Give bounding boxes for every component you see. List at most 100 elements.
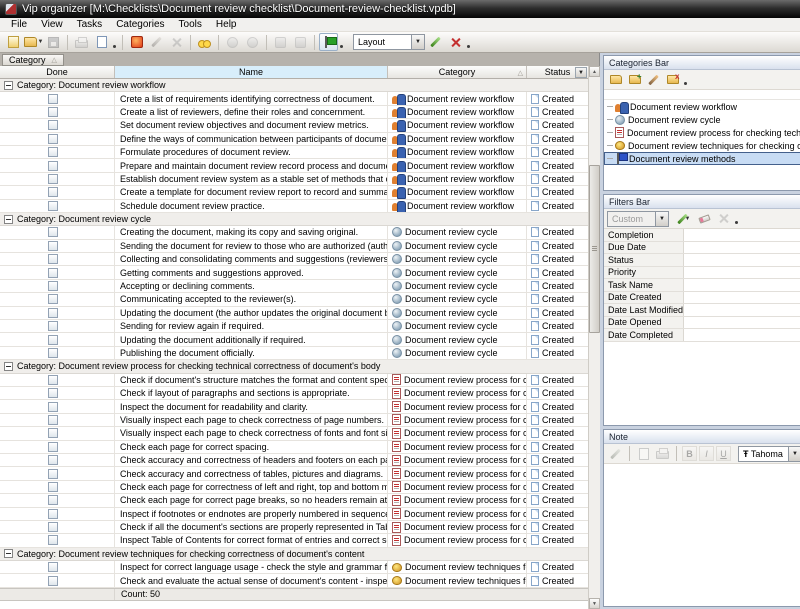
filter-value-field[interactable] xyxy=(684,242,800,254)
filter-value-field[interactable] xyxy=(684,254,800,266)
go-button[interactable] xyxy=(319,33,338,51)
task-row[interactable]: Accepting or declining comments.Document… xyxy=(0,280,588,293)
save-button[interactable] xyxy=(44,33,63,51)
task-checkbox[interactable] xyxy=(48,147,58,157)
task-row[interactable]: Updating the document additionally if re… xyxy=(0,333,588,346)
open-database-button[interactable]: ▼ xyxy=(24,33,43,51)
task-checkbox[interactable] xyxy=(48,562,58,572)
task-checkbox[interactable] xyxy=(48,294,58,304)
menu-item-help[interactable]: Help xyxy=(209,19,244,30)
collapse-group-icon[interactable] xyxy=(4,81,13,90)
task-row[interactable]: Schedule document review practice.Docume… xyxy=(0,200,588,213)
delete-filter-button[interactable] xyxy=(715,211,732,227)
task-checkbox[interactable] xyxy=(48,94,58,104)
task-checkbox[interactable] xyxy=(48,348,58,358)
print-button[interactable] xyxy=(72,33,91,51)
delete-category-button[interactable]: x xyxy=(664,72,681,88)
collapse-group-icon[interactable] xyxy=(4,362,13,371)
edit-task-button[interactable] xyxy=(147,33,166,51)
task-row[interactable]: Inspect if footnotes or endnotes are pro… xyxy=(0,508,588,521)
view-task-button[interactable] xyxy=(195,33,214,51)
task-checkbox[interactable] xyxy=(48,388,58,398)
font-combobox[interactable]: Ŧ Tahoma ▼ xyxy=(738,446,800,462)
task-row[interactable]: Check each page for correct spacing.Docu… xyxy=(0,441,588,454)
task-checkbox[interactable] xyxy=(48,134,58,144)
task-checkbox[interactable] xyxy=(48,535,58,545)
task-row[interactable]: Getting comments and suggestions approve… xyxy=(0,266,588,279)
menu-item-tools[interactable]: Tools xyxy=(172,19,209,30)
task-checkbox[interactable] xyxy=(48,308,58,318)
column-header-done[interactable]: Done xyxy=(0,66,115,78)
delete-task-button[interactable] xyxy=(167,33,186,51)
group-header-row[interactable]: Category: Document review cycle xyxy=(0,213,588,226)
add-subcategory-button[interactable]: + xyxy=(626,72,643,88)
task-checkbox[interactable] xyxy=(48,375,58,385)
filter-value-field[interactable] xyxy=(684,267,800,279)
task-checkbox[interactable] xyxy=(48,174,58,184)
edit-category-button[interactable] xyxy=(645,72,662,88)
task-row[interactable]: Visually inspect each page to check corr… xyxy=(0,414,588,427)
task-checkbox[interactable] xyxy=(48,522,58,532)
task-row[interactable]: Establish document review system as a st… xyxy=(0,173,588,186)
add-category-button[interactable] xyxy=(607,72,624,88)
task-row[interactable]: Check if layout of paragraphs and sectio… xyxy=(0,387,588,400)
task-row[interactable]: Check accuracy and correctness of tables… xyxy=(0,467,588,480)
filter-preset-combobox[interactable]: Custom ▼ xyxy=(607,211,669,227)
toolbar-overflow-dot[interactable] xyxy=(735,221,738,224)
task-row[interactable]: Formulate procedures of document review.… xyxy=(0,146,588,159)
task-row[interactable]: Check each page for correct page breaks,… xyxy=(0,494,588,507)
save-layout-button[interactable] xyxy=(426,33,445,51)
delete-layout-button[interactable] xyxy=(446,33,465,51)
task-row[interactable]: Inspect for correct language usage - che… xyxy=(0,561,588,574)
task-checkbox[interactable] xyxy=(48,161,58,171)
task-row[interactable]: Check and evaluate the actual sense of d… xyxy=(0,574,588,587)
task-row[interactable]: Create a template for document review re… xyxy=(0,186,588,199)
task-row[interactable]: Visually inspect each page to check corr… xyxy=(0,427,588,440)
task-checkbox[interactable] xyxy=(48,107,58,117)
group-header-row[interactable]: Category: Document review process for ch… xyxy=(0,360,588,373)
task-row[interactable]: Check if document's structure matches th… xyxy=(0,374,588,387)
task-checkbox[interactable] xyxy=(48,201,58,211)
filter-value-field[interactable] xyxy=(684,304,800,316)
vertical-scrollbar[interactable]: ▲ ▼ xyxy=(588,66,600,609)
filter-value-field[interactable] xyxy=(684,329,800,341)
task-checkbox[interactable] xyxy=(48,482,58,492)
task-row[interactable]: Inspect Table of Contents for correct fo… xyxy=(0,534,588,547)
task-checkbox[interactable] xyxy=(48,321,58,331)
task-row[interactable]: Define the ways of communication between… xyxy=(0,133,588,146)
task-row[interactable]: Crete a list of requirements identifying… xyxy=(0,92,588,105)
menu-item-view[interactable]: View xyxy=(34,19,70,30)
category-tree-item[interactable]: Document review methods77 xyxy=(604,152,800,165)
new-database-button[interactable] xyxy=(4,33,23,51)
menu-item-categories[interactable]: Categories xyxy=(109,19,171,30)
toolbar-overflow-dot[interactable] xyxy=(340,45,343,48)
task-row[interactable]: Check accuracy and correctness of header… xyxy=(0,454,588,467)
filter-value-field[interactable] xyxy=(684,279,800,291)
task-row[interactable]: Create a list of reviewers, define their… xyxy=(0,106,588,119)
layout-combobox[interactable]: Layout ▼ xyxy=(353,34,425,50)
save-note-button[interactable] xyxy=(607,446,624,462)
task-checkbox[interactable] xyxy=(48,415,58,425)
expand-all-button[interactable] xyxy=(271,33,290,51)
task-checkbox[interactable] xyxy=(48,281,58,291)
toolbar-overflow-dot[interactable] xyxy=(684,82,687,85)
task-checkbox[interactable] xyxy=(48,442,58,452)
task-checkbox[interactable] xyxy=(48,227,58,237)
category-tree-item[interactable]: Document review process for checking tec… xyxy=(604,126,800,139)
print-preview-button[interactable] xyxy=(92,33,111,51)
task-checkbox[interactable] xyxy=(48,187,58,197)
task-row[interactable]: Sending for review again if required.Doc… xyxy=(0,320,588,333)
task-row[interactable]: Communicating accepted to the reviewer(s… xyxy=(0,293,588,306)
task-checkbox[interactable] xyxy=(48,576,58,586)
task-row[interactable]: Inspect the document for readability and… xyxy=(0,400,588,413)
task-checkbox[interactable] xyxy=(48,241,58,251)
status-filter-dropdown-button[interactable]: ▼ xyxy=(575,67,587,78)
filter-value-field[interactable] xyxy=(684,229,800,241)
task-row[interactable]: Creating the document, making its copy a… xyxy=(0,226,588,239)
collapse-group-icon[interactable] xyxy=(4,549,13,558)
category-tree-item[interactable]: Document review cycle1010 xyxy=(604,113,800,126)
task-checkbox[interactable] xyxy=(48,495,58,505)
underline-button[interactable]: U xyxy=(716,446,731,461)
combobox-dropdown-button[interactable]: ▼ xyxy=(788,447,800,461)
scrollbar-thumb[interactable] xyxy=(589,165,600,333)
